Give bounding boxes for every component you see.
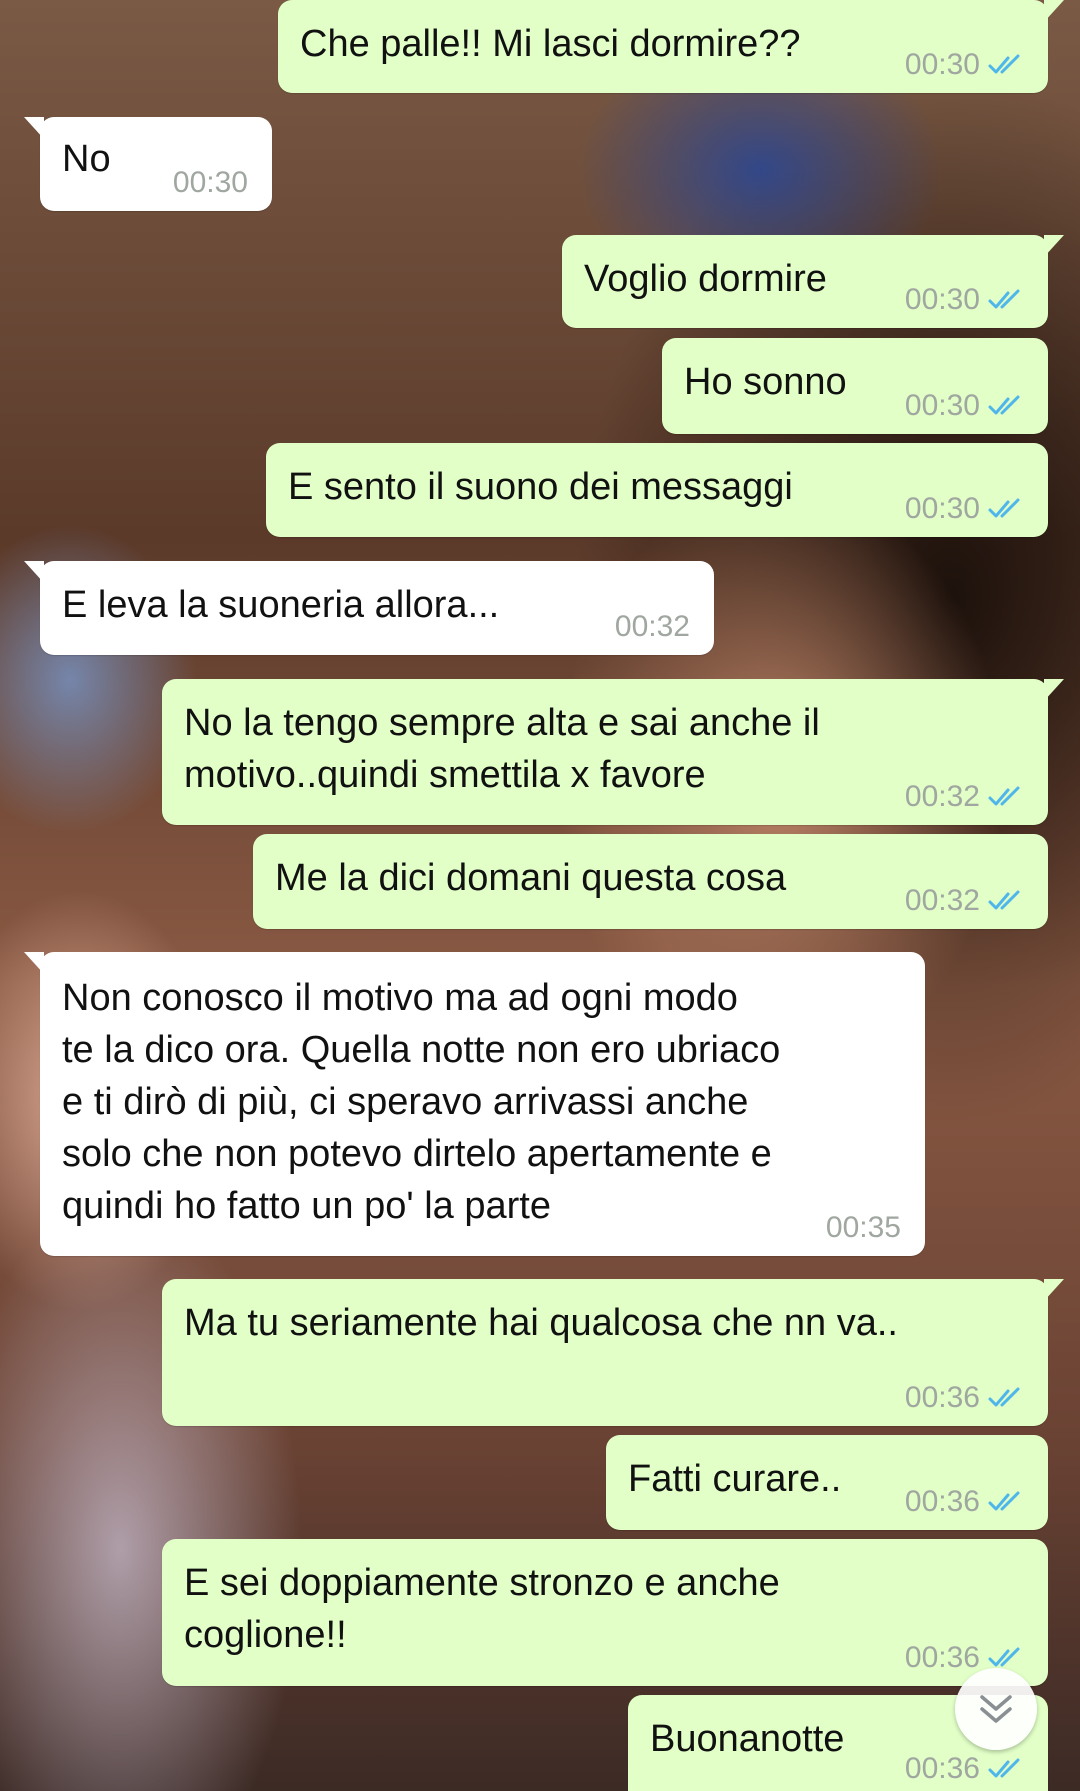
message-time: 00:30 — [904, 389, 980, 422]
read-receipt-icon — [988, 289, 1020, 309]
message-text: Fatti curare.. — [628, 1458, 842, 1500]
message-meta: 00:32 — [905, 881, 1028, 921]
message-meta: 00:32 — [905, 777, 1028, 817]
message-text: E sei doppiamente stronzo e anche coglio… — [184, 1562, 780, 1656]
outgoing-message[interactable]: Me la dici domani questa cosa 00:32 — [253, 834, 1048, 929]
message-text: No la tengo sempre alta e sai anche il m… — [184, 702, 820, 796]
message-text: E sento il suono dei messaggi — [288, 466, 793, 508]
message-meta: 00:30 — [905, 45, 1028, 85]
outgoing-message[interactable]: E sento il suono dei messaggi 00:30 — [266, 443, 1048, 537]
read-receipt-icon — [988, 890, 1020, 910]
read-receipt-icon — [988, 1491, 1020, 1511]
message-meta: 00:30 — [905, 280, 1028, 320]
message-meta: 00:36 — [905, 1482, 1028, 1522]
message-time: 00:30 — [172, 166, 248, 199]
message-time: 00:30 — [904, 283, 980, 316]
message-text: Che palle!! Mi lasci dormire?? — [300, 23, 801, 65]
read-receipt-icon — [988, 1647, 1020, 1667]
message-time: 00:35 — [825, 1211, 901, 1244]
read-receipt-icon — [988, 1387, 1020, 1407]
outgoing-message[interactable]: No la tengo sempre alta e sai anche il m… — [162, 679, 1064, 825]
outgoing-message[interactable]: Ho sonno 00:30 — [662, 338, 1048, 434]
message-text: Me la dici domani questa cosa — [275, 857, 787, 899]
message-text: Buonanotte — [650, 1718, 845, 1760]
message-meta: 00:30 — [905, 489, 1028, 529]
outgoing-message[interactable]: Ma tu seriamente hai qualcosa che nn va.… — [162, 1279, 1064, 1426]
double-chevron-down-icon — [980, 1695, 1012, 1723]
incoming-message[interactable]: Non conosco il motivo ma ad ogni modo te… — [24, 952, 925, 1256]
message-meta: 00:36 — [905, 1378, 1028, 1418]
message-text: Voglio dormire — [584, 258, 827, 300]
message-text: Ma tu seriamente hai qualcosa che nn va.… — [184, 1302, 898, 1344]
outgoing-message[interactable]: E sei doppiamente stronzo e anche coglio… — [162, 1539, 1048, 1686]
read-receipt-icon — [988, 498, 1020, 518]
incoming-message[interactable]: E leva la suoneria allora... 00:32 — [24, 561, 714, 655]
message-meta: 00:30 — [173, 163, 248, 203]
message-time: 00:32 — [904, 780, 980, 813]
outgoing-message[interactable]: Voglio dormire 00:30 — [562, 235, 1064, 328]
message-time: 00:36 — [904, 1485, 980, 1518]
message-text: E leva la suoneria allora... — [62, 584, 500, 626]
message-time: 00:36 — [904, 1641, 980, 1674]
message-meta: 00:30 — [905, 386, 1028, 426]
read-receipt-icon — [988, 786, 1020, 806]
message-list[interactable]: Che palle!! Mi lasci dormire?? 00:30 No … — [0, 0, 1080, 1791]
message-time: 00:30 — [904, 492, 980, 525]
scroll-to-bottom-button[interactable] — [955, 1668, 1037, 1750]
message-time: 00:32 — [614, 610, 690, 643]
message-time: 00:36 — [904, 1752, 980, 1785]
message-time: 00:30 — [904, 48, 980, 81]
message-meta: 00:35 — [826, 1208, 901, 1248]
message-text: Ho sonno — [684, 361, 847, 403]
read-receipt-icon — [988, 1758, 1020, 1778]
outgoing-message[interactable]: Fatti curare.. 00:36 — [606, 1435, 1048, 1530]
read-receipt-icon — [988, 395, 1020, 415]
read-receipt-icon — [988, 54, 1020, 74]
message-text: Non conosco il motivo ma ad ogni modo te… — [62, 977, 781, 1227]
outgoing-message[interactable]: Che palle!! Mi lasci dormire?? 00:30 — [278, 0, 1064, 93]
incoming-message[interactable]: No 00:30 — [24, 117, 272, 211]
message-time: 00:36 — [904, 1381, 980, 1414]
message-text: No — [62, 138, 111, 180]
message-meta: 00:32 — [615, 607, 690, 647]
message-time: 00:32 — [904, 884, 980, 917]
message-meta: 00:36 — [905, 1749, 1028, 1789]
